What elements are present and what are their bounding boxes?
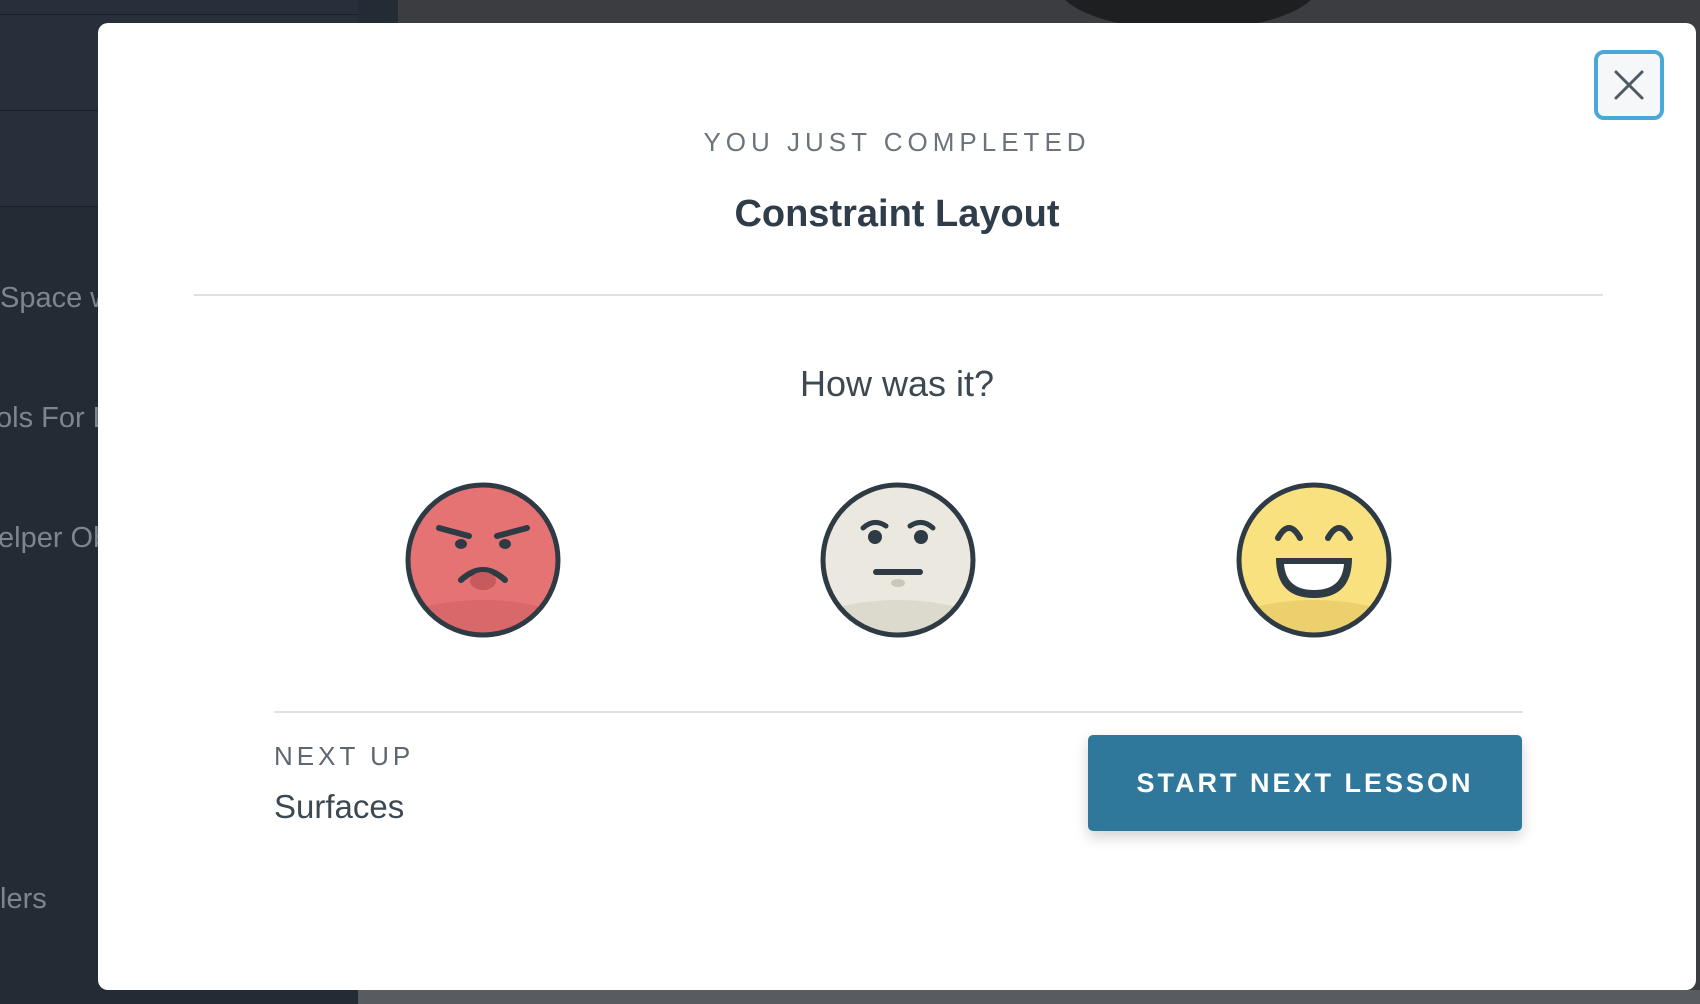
completed-eyebrow: YOU JUST COMPLETED — [703, 127, 1091, 157]
close-icon — [1614, 70, 1644, 100]
divider — [194, 294, 1603, 296]
background-sidebar-topbar — [0, 0, 358, 15]
next-lesson-title: Surfaces — [274, 788, 405, 825]
happy-face-icon — [1236, 482, 1392, 638]
lesson-title: Constraint Layout — [734, 193, 1060, 235]
rating-bad-button[interactable] — [403, 480, 563, 640]
angry-face-icon — [405, 482, 561, 638]
background-progress-bar — [358, 990, 1700, 1004]
rating-question: How was it? — [799, 363, 995, 404]
background-sidebar-item: lers — [0, 883, 47, 915]
background-sidebar-item: ols For D — [0, 402, 114, 434]
background-sidebar-item: elper Ob — [0, 522, 110, 554]
divider — [274, 711, 1523, 713]
neutral-face-icon — [820, 482, 976, 638]
rating-good-button[interactable] — [1234, 480, 1394, 640]
next-up-label: NEXT UP — [274, 741, 415, 771]
start-next-lesson-button[interactable]: START NEXT LESSON — [1088, 735, 1522, 831]
lesson-complete-modal: YOU JUST COMPLETED Constraint Layout How… — [98, 23, 1696, 990]
close-button[interactable] — [1594, 50, 1664, 120]
rating-okay-button[interactable] — [818, 480, 978, 640]
background-sidebar-item: Space w — [0, 282, 112, 314]
